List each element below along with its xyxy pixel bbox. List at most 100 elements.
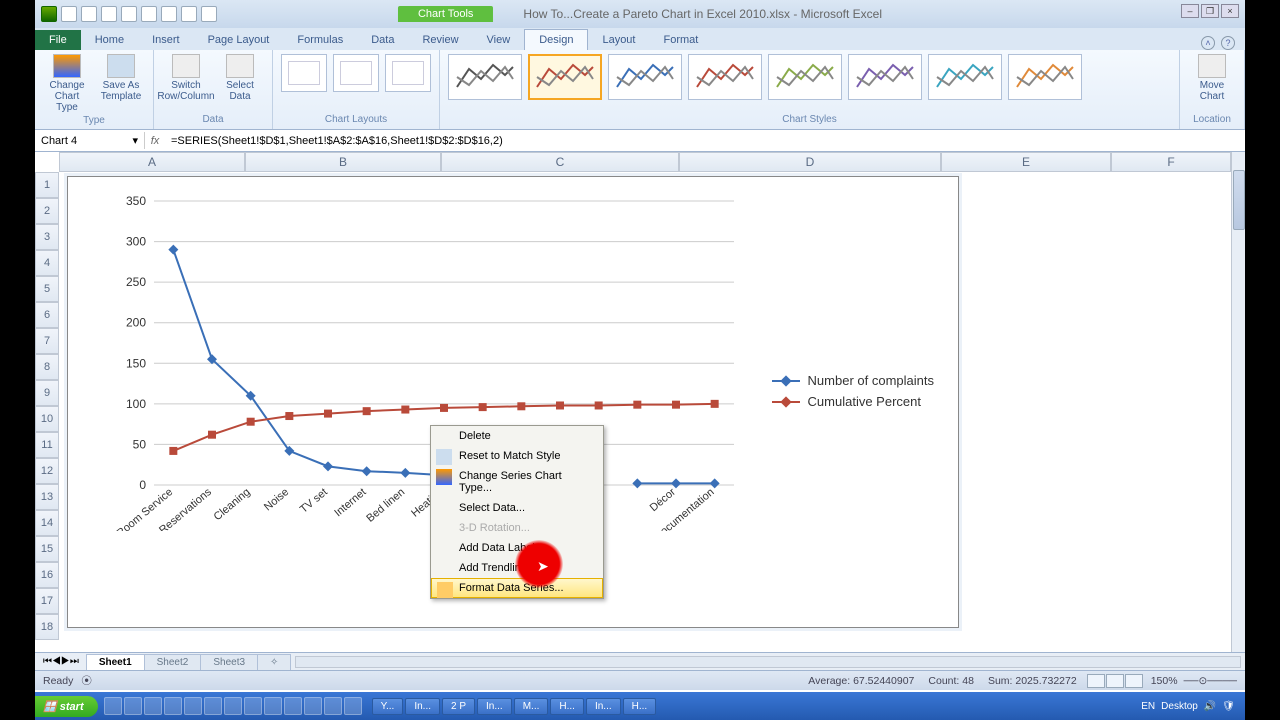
- task-button[interactable]: In...: [477, 698, 512, 715]
- chart-layout-2[interactable]: [333, 54, 379, 92]
- close-button[interactable]: ×: [1221, 4, 1239, 18]
- switch-row-col-button[interactable]: Switch Row/Column: [162, 54, 210, 102]
- row-header-4[interactable]: 4: [35, 250, 59, 276]
- ql-icon[interactable]: [104, 697, 122, 715]
- col-header-D[interactable]: D: [679, 152, 941, 172]
- minimize-button[interactable]: –: [1181, 4, 1199, 18]
- col-header-B[interactable]: B: [245, 152, 441, 172]
- save-as-template-button[interactable]: Save As Template: [97, 54, 145, 113]
- ql-icon[interactable]: [284, 697, 302, 715]
- tab-page-layout[interactable]: Page Layout: [194, 30, 284, 50]
- move-chart-button[interactable]: Move Chart: [1188, 54, 1236, 102]
- ctx-add-trendline[interactable]: Add Trendline...: [431, 558, 603, 578]
- chart-style-5[interactable]: [768, 54, 842, 100]
- chart-style-3[interactable]: [608, 54, 682, 100]
- chart-style-6[interactable]: [848, 54, 922, 100]
- zoom-slider[interactable]: ──⊙────: [1184, 675, 1237, 687]
- tab-data[interactable]: Data: [357, 30, 408, 50]
- row-header-17[interactable]: 17: [35, 588, 59, 614]
- row-header-8[interactable]: 8: [35, 354, 59, 380]
- row-header-9[interactable]: 9: [35, 380, 59, 406]
- tab-review[interactable]: Review: [408, 30, 472, 50]
- tab-design[interactable]: Design: [524, 29, 588, 50]
- system-tray[interactable]: ENDesktop🔊🛡: [1141, 701, 1245, 712]
- ql-icon[interactable]: [164, 697, 182, 715]
- start-button[interactable]: 🪟 start: [35, 696, 98, 717]
- legend-entry-complaints[interactable]: Number of complaints: [772, 373, 934, 388]
- zoom-level[interactable]: 150%: [1151, 675, 1178, 687]
- new-icon[interactable]: [121, 6, 137, 22]
- ctx-format-data-series[interactable]: Format Data Series...: [431, 578, 603, 598]
- ctx-add-data-labels[interactable]: Add Data Labels: [431, 538, 603, 558]
- app-icon[interactable]: [41, 6, 57, 22]
- chart-plot-area[interactable]: 050100150200250300350Room ServiceReserva…: [104, 191, 744, 531]
- ql-icon[interactable]: [204, 697, 222, 715]
- ribbon-minimize-icon[interactable]: ˄: [1201, 36, 1215, 50]
- ql-icon[interactable]: [124, 697, 142, 715]
- maximize-button[interactable]: ❐: [1201, 4, 1219, 18]
- task-button[interactable]: Y...: [372, 698, 404, 715]
- change-chart-type-button[interactable]: Change Chart Type: [43, 54, 91, 113]
- worksheet-grid[interactable]: ABCDEF 123456789101112131415161718 05010…: [35, 152, 1245, 652]
- tab-view[interactable]: View: [473, 30, 525, 50]
- chart-legend[interactable]: Number of complaints Cumulative Percent: [772, 367, 934, 415]
- col-header-E[interactable]: E: [941, 152, 1111, 172]
- sheet-tab-2[interactable]: Sheet2: [144, 654, 202, 670]
- ql-icon[interactable]: [264, 697, 282, 715]
- task-button[interactable]: 2 P: [442, 698, 475, 715]
- select-data-button[interactable]: Select Data: [216, 54, 264, 102]
- row-header-1[interactable]: 1: [35, 172, 59, 198]
- vertical-scrollbar[interactable]: [1231, 152, 1245, 652]
- row-header-7[interactable]: 7: [35, 328, 59, 354]
- row-header-5[interactable]: 5: [35, 276, 59, 302]
- ql-icon[interactable]: [344, 697, 362, 715]
- print-icon[interactable]: [161, 6, 177, 22]
- chart-style-8[interactable]: [1008, 54, 1082, 100]
- formula-input[interactable]: =SERIES(Sheet1!$D$1,Sheet1!$A$2:$A$16,Sh…: [165, 133, 1245, 149]
- row-header-10[interactable]: 10: [35, 406, 59, 432]
- tab-file[interactable]: File: [35, 30, 81, 50]
- task-button[interactable]: H...: [623, 698, 657, 715]
- row-header-13[interactable]: 13: [35, 484, 59, 510]
- fx-icon[interactable]: fx: [145, 135, 165, 147]
- ql-icon[interactable]: [244, 697, 262, 715]
- ql-icon[interactable]: [184, 697, 202, 715]
- sheet-nav-icons[interactable]: ⏮◀▶⏭: [35, 656, 87, 667]
- qat-more-icon[interactable]: [201, 6, 217, 22]
- chart-style-1[interactable]: [448, 54, 522, 100]
- task-button[interactable]: In...: [405, 698, 440, 715]
- tab-formulas[interactable]: Formulas: [283, 30, 357, 50]
- chart-style-2[interactable]: [528, 54, 602, 100]
- row-header-18[interactable]: 18: [35, 614, 59, 640]
- row-header-14[interactable]: 14: [35, 510, 59, 536]
- ctx-change-series-chart-type[interactable]: Change Series Chart Type...: [431, 466, 603, 498]
- embedded-chart[interactable]: 050100150200250300350Room ServiceReserva…: [67, 176, 959, 628]
- sheet-tab-1[interactable]: Sheet1: [86, 654, 145, 670]
- open-icon[interactable]: [141, 6, 157, 22]
- context-menu[interactable]: DeleteReset to Match StyleChange Series …: [430, 425, 604, 599]
- tab-insert[interactable]: Insert: [138, 30, 194, 50]
- chart-style-4[interactable]: [688, 54, 762, 100]
- name-box[interactable]: Chart 4▾: [35, 132, 145, 149]
- row-header-12[interactable]: 12: [35, 458, 59, 484]
- help-icon[interactable]: ?: [1221, 36, 1235, 50]
- ql-icon[interactable]: [324, 697, 342, 715]
- task-button[interactable]: H...: [550, 698, 584, 715]
- tab-format[interactable]: Format: [649, 30, 712, 50]
- legend-entry-cumulative[interactable]: Cumulative Percent: [772, 394, 934, 409]
- cells-area[interactable]: 050100150200250300350Room ServiceReserva…: [59, 172, 1231, 652]
- row-header-6[interactable]: 6: [35, 302, 59, 328]
- row-header-16[interactable]: 16: [35, 562, 59, 588]
- sheet-tab-3[interactable]: Sheet3: [200, 654, 258, 670]
- chart-style-7[interactable]: [928, 54, 1002, 100]
- undo-icon[interactable]: [81, 6, 97, 22]
- save-icon[interactable]: [61, 6, 77, 22]
- chevron-down-icon[interactable]: ▾: [132, 134, 138, 147]
- ctx-delete[interactable]: Delete: [431, 426, 603, 446]
- ql-icon[interactable]: [224, 697, 242, 715]
- task-button[interactable]: In...: [586, 698, 621, 715]
- view-page-layout-icon[interactable]: [1106, 674, 1124, 688]
- task-button[interactable]: M...: [514, 698, 549, 715]
- tab-layout[interactable]: Layout: [588, 30, 649, 50]
- view-normal-icon[interactable]: [1087, 674, 1105, 688]
